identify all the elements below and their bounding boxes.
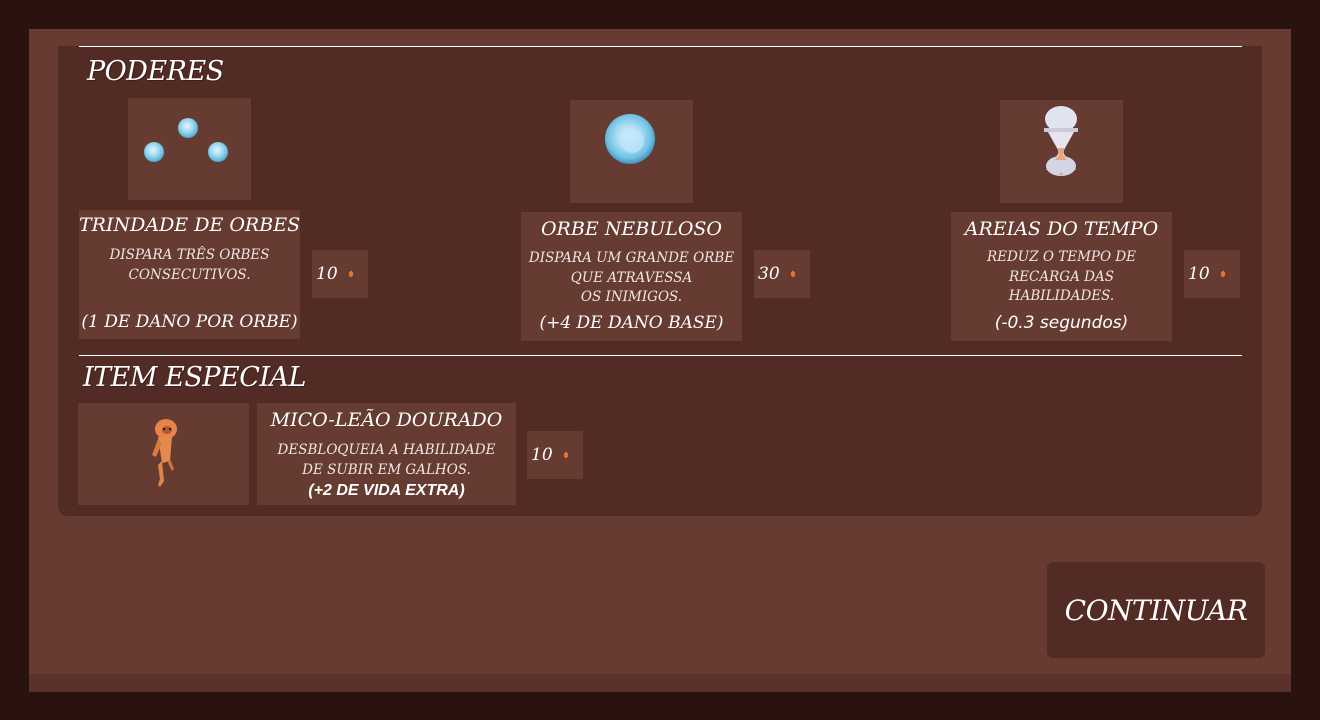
power-name: ORBE NEBULOSO [540,218,722,240]
power-bonus: (-0.3 segundos) [994,313,1129,333]
power-name: TRINDADE DE ORBES [79,214,301,236]
special-item-bonus: (+2 DE VIDA EXTRA) [308,482,465,499]
price-value: 30 [758,264,780,284]
special-item-desc-line: DE SUBIR EM GALHOS. [302,461,471,478]
golden-lion-tamarin-icon [152,419,177,487]
power-icon-box-2 [570,100,693,203]
power-desc-line: OS INIMIGOS. [580,289,683,305]
coin-icon [563,452,568,458]
special-item-description: DESBLOQUEIA A HABILIDADE DE SUBIR EM GAL… [257,441,516,480]
price-value: 10 [531,445,553,465]
power-desc-line: DISPARA UM GRANDE ORBE [528,250,735,266]
power-description: REDUZ O TEMPO DE RECARGA DAS HABILIDADES… [951,248,1172,307]
buy-button-special-item[interactable]: 10 [527,431,583,479]
power-desc-line: REDUZ O TEMPO DE [986,249,1137,265]
special-item-card: MICO-LEÃO DOURADO DESBLOQUEIA A HABILIDA… [257,403,516,505]
coin-icon [1220,271,1225,277]
frame-bottom-strip [29,674,1291,692]
triple-orb-icon [144,118,228,162]
power-icon-box-3 [1000,100,1123,203]
buy-button-power-3[interactable]: 10 [1184,250,1240,298]
top-divider [79,46,1242,47]
power-card-1: TRINDADE DE ORBES DISPARA TRÊS ORBES CON… [79,210,300,339]
power-card-2: ORBE NEBULOSO DISPARA UM GRANDE ORBE QUE… [521,212,742,341]
power-description: DISPARA TRÊS ORBES CONSECUTIVOS. [79,246,300,285]
power-desc-line: QUE ATRAVESSA [570,269,693,286]
nebula-orb-icon [605,114,655,164]
section-divider [79,355,1242,356]
power-description: DISPARA UM GRANDE ORBE QUE ATRAVESSA OS … [521,249,742,308]
power-desc-line: HABILIDADES. [1008,288,1115,304]
special-item-name: MICO-LEÃO DOURADO [270,409,503,431]
power-card-3: AREIAS DO TEMPO REDUZ O TEMPO DE RECARGA… [951,212,1172,341]
power-desc-line: CONSECUTIVOS. [128,266,251,283]
hourglass-icon [1044,106,1078,176]
power-desc-line: DISPARA TRÊS ORBES [109,247,270,263]
price-value: 10 [1188,264,1210,284]
power-icon-box-1 [128,98,251,200]
price-value: 10 [316,264,338,284]
buy-button-power-2[interactable]: 30 [754,250,810,298]
power-bonus: (+4 DE DANO BASE) [539,313,724,333]
power-bonus: (1 DE DANO POR ORBE) [81,312,298,332]
coin-icon [790,271,795,277]
special-item-icon-box [78,403,249,505]
buy-button-power-1[interactable]: 10 [312,250,368,298]
power-name: AREIAS DO TEMPO [964,218,1159,240]
special-item-section-title: ITEM ESPECIAL [83,362,306,393]
power-desc-line: RECARGA DAS [1009,268,1114,285]
special-item-desc-line: DESBLOQUEIA A HABILIDADE [277,442,496,458]
coin-icon [348,271,353,277]
powers-section-title: PODERES [87,56,224,87]
continue-button[interactable]: CONTINUAR [1047,562,1265,658]
